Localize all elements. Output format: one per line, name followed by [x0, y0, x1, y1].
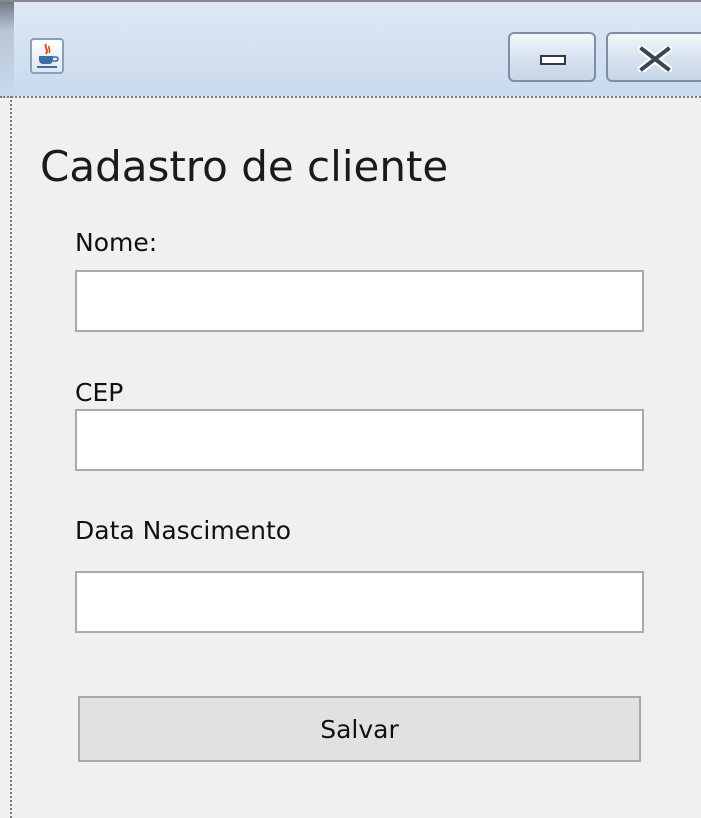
close-icon: [638, 46, 672, 72]
client-area-top-border: [0, 96, 701, 98]
app-window: Cadastro de cliente Nome: CEP Data Nasci…: [0, 0, 701, 818]
minimize-button[interactable]: [508, 32, 596, 82]
name-label: Nome:: [75, 228, 158, 257]
title-bar[interactable]: [0, 0, 701, 98]
name-input[interactable]: [75, 270, 644, 332]
client-area-left-border: [10, 96, 12, 818]
birth-date-label: Data Nascimento: [75, 516, 292, 545]
minimize-icon: [540, 55, 566, 65]
save-button[interactable]: Salvar: [78, 696, 641, 762]
birth-date-input[interactable]: [75, 571, 644, 633]
cep-label: CEP: [75, 378, 124, 407]
cep-input[interactable]: [75, 409, 644, 471]
form-heading: Cadastro de cliente: [40, 142, 449, 191]
title-bar-edge: [0, 2, 14, 98]
close-button[interactable]: [606, 32, 701, 82]
java-cup-icon[interactable]: [30, 38, 64, 74]
